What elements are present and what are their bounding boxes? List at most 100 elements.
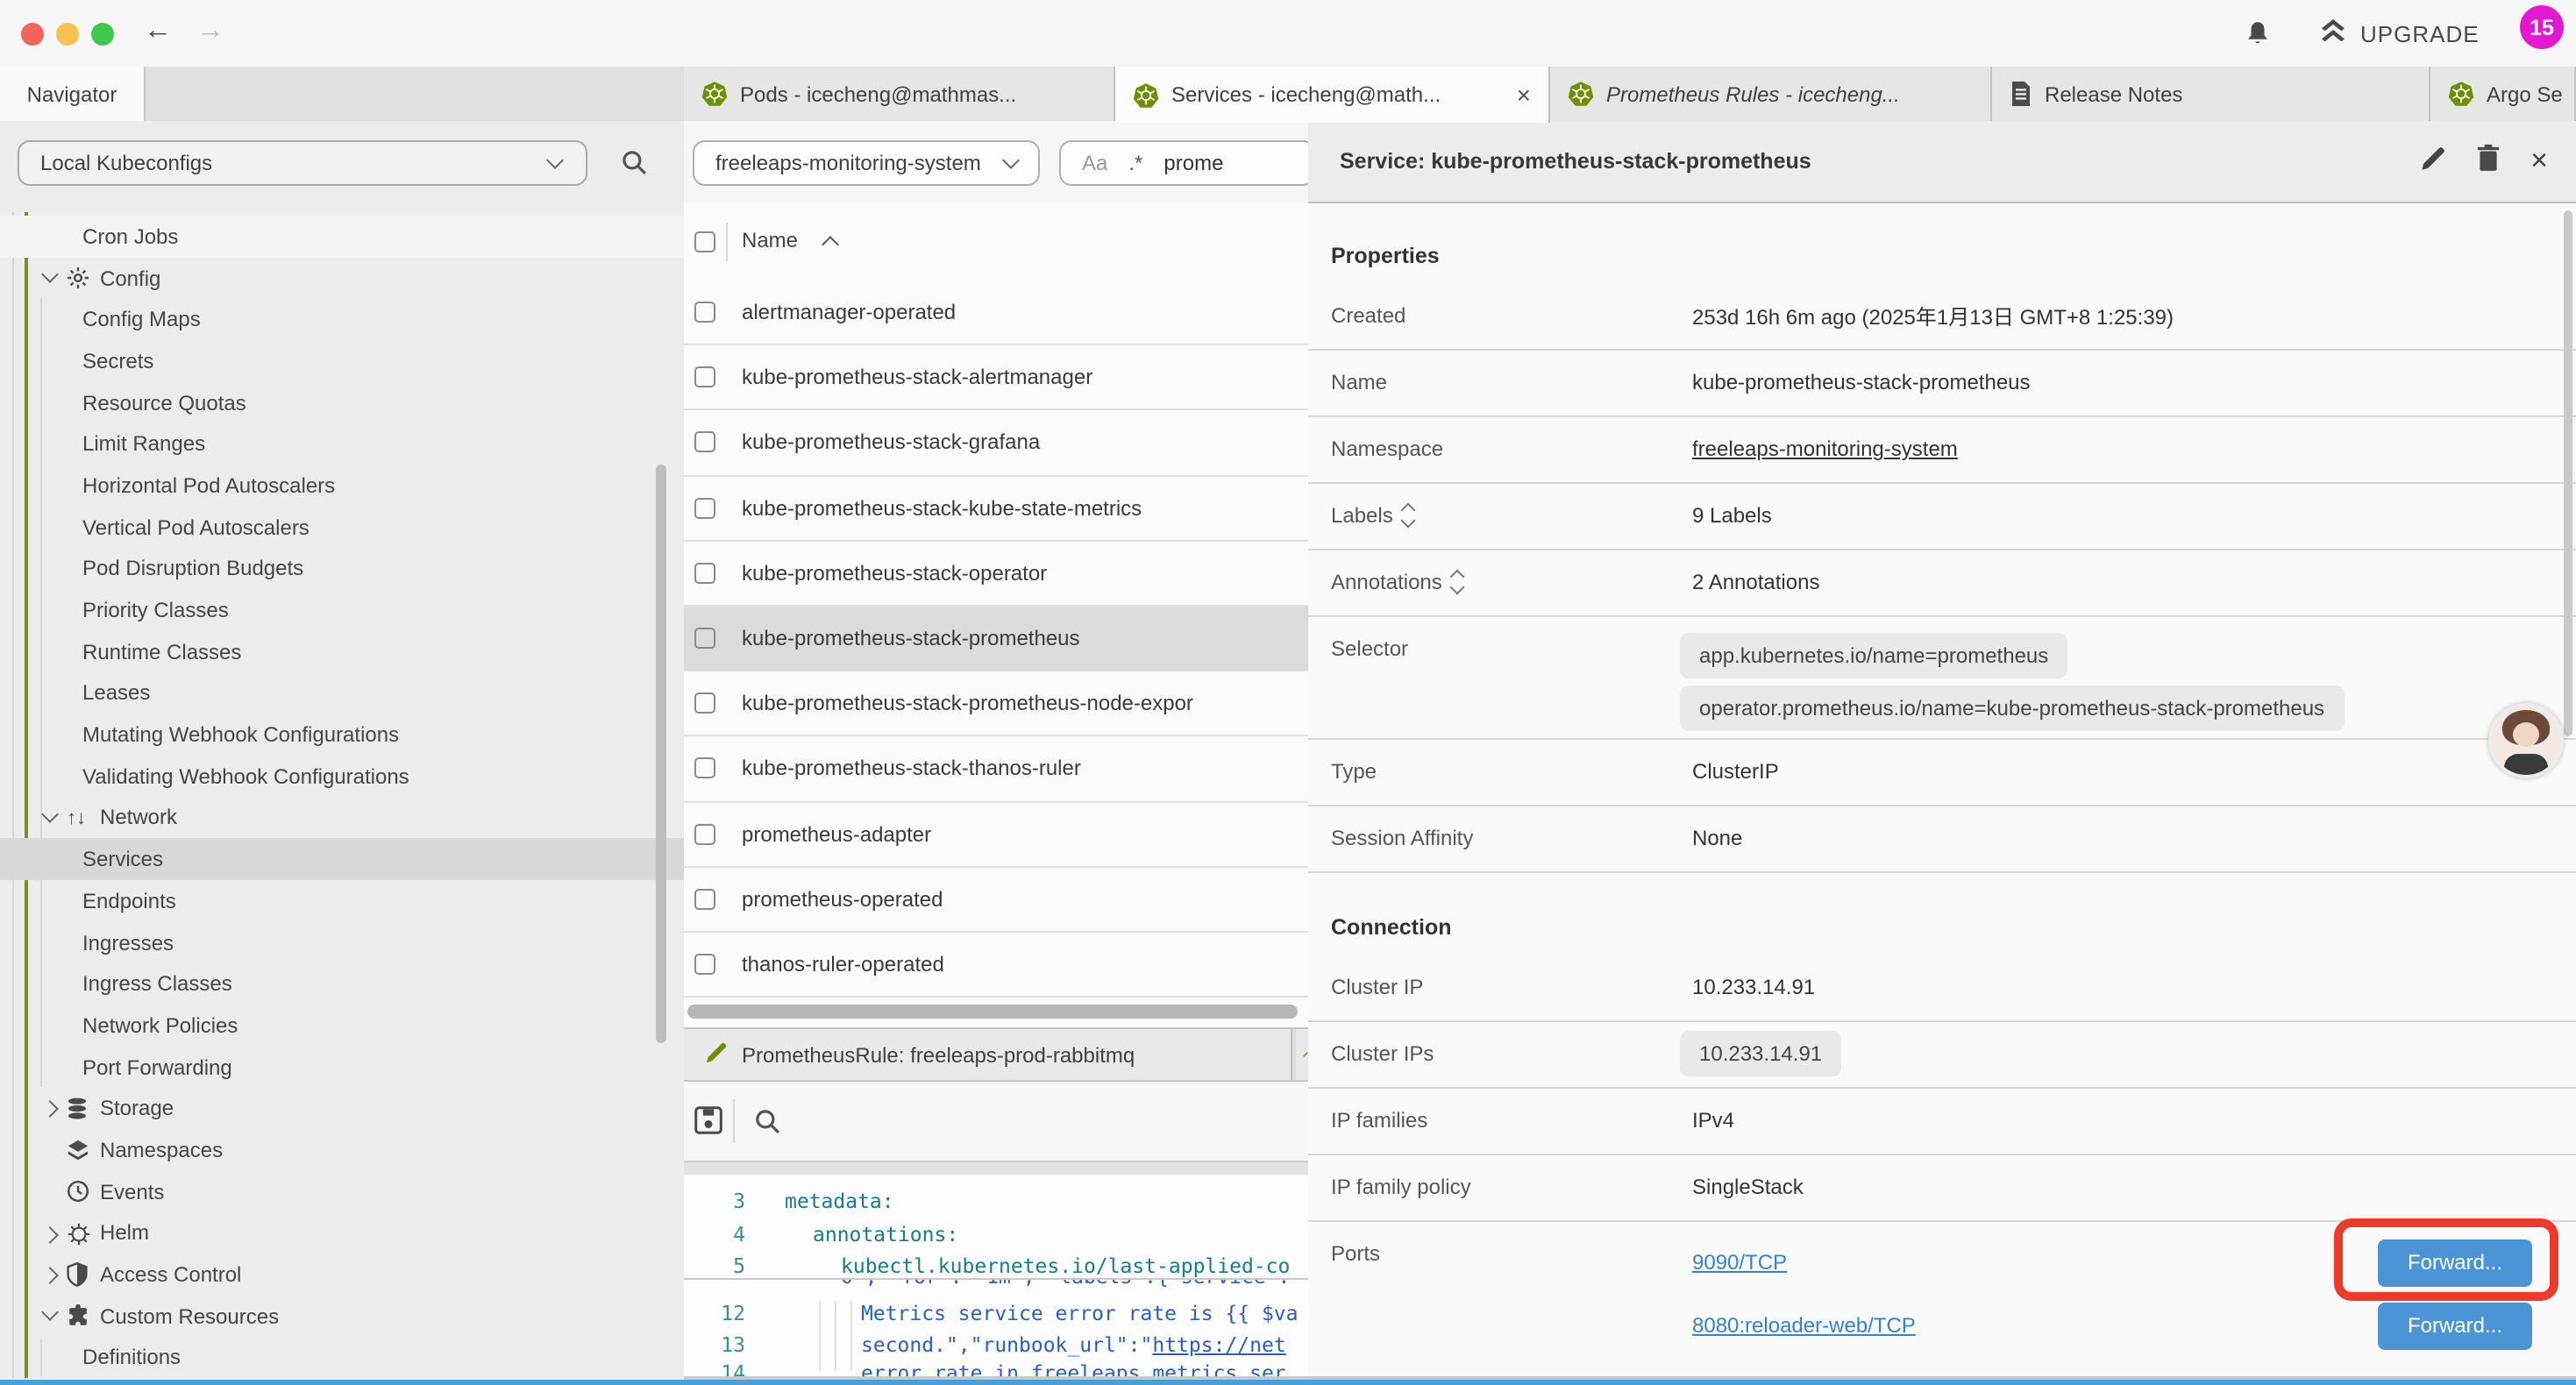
match-case-toggle[interactable]: Aa	[1082, 151, 1107, 175]
sidebar-item-endpoints[interactable]: Endpoints	[0, 880, 684, 921]
table-horizontal-scrollbar[interactable]	[687, 1005, 1298, 1019]
row-checkbox[interactable]	[694, 823, 715, 844]
document-icon	[2010, 81, 2032, 107]
sidebar-item-validating-webhook-configurations[interactable]: Validating Webhook Configurations	[0, 756, 684, 797]
forward-button[interactable]: Forward...	[2378, 1302, 2532, 1349]
delete-resource-icon[interactable]	[2476, 145, 2501, 178]
property-label: Name	[1331, 370, 1387, 394]
detail-scrollbar-thumb[interactable]	[2564, 210, 2572, 736]
sidebar-item-custom-resources[interactable]: Custom Resources	[0, 1296, 684, 1337]
tab-services[interactable]: Services - icecheng@math...×	[1115, 67, 1550, 123]
code-link[interactable]: https://net	[1152, 1332, 1285, 1356]
sidebar-item-resource-quotas[interactable]: Resource Quotas	[0, 382, 684, 423]
regex-toggle[interactable]: .*	[1128, 151, 1142, 175]
maximize-window-button[interactable]	[91, 22, 114, 45]
sidebar-item-horizontal-pod-autoscalers[interactable]: Horizontal Pod Autoscalers	[0, 465, 684, 506]
sidebar-item-config[interactable]: Config	[0, 257, 684, 298]
row-checkbox[interactable]	[694, 302, 715, 323]
sidebar-item-mutating-webhook-configurations[interactable]: Mutating Webhook Configurations	[0, 714, 684, 756]
tab-navigator[interactable]: Navigator	[0, 67, 146, 121]
row-checkbox[interactable]	[694, 758, 715, 779]
notification-count-badge[interactable]: 15	[2520, 5, 2564, 49]
kubeconfig-select[interactable]: Local Kubeconfigs	[18, 140, 587, 186]
table-row[interactable]: kube-prometheus-stack-prometheus	[684, 607, 1308, 671]
namespace-link[interactable]: freeleaps-monitoring-system	[1692, 416, 1958, 481]
table-row[interactable]: kube-prometheus-stack-grafana	[684, 411, 1308, 476]
sidebar-item-network[interactable]: ↑↓Network	[0, 797, 684, 838]
row-checkbox[interactable]	[694, 954, 715, 975]
sort-ascending-icon	[822, 235, 839, 252]
sidebar-item-cron-jobs[interactable]: Cron Jobs	[0, 216, 684, 257]
sidebar-item-label: Priority Classes	[0, 598, 229, 622]
row-checkbox[interactable]	[694, 432, 715, 453]
sidebar-item-namespaces[interactable]: Namespaces	[0, 1129, 684, 1170]
table-row[interactable]: alertmanager-operated	[684, 281, 1308, 345]
edit-resource-icon[interactable]	[2420, 146, 2446, 177]
minimize-window-button[interactable]	[56, 22, 79, 45]
port-link[interactable]: 8080:reloader-web/TCP	[1692, 1300, 1916, 1349]
tab-prometheus[interactable]: Prometheus Rules - icecheng...	[1550, 67, 1992, 121]
editor-tab-prometheusrule[interactable]: PrometheusRule: freeleaps-prod-rabbitmq	[684, 1029, 1292, 1080]
upgrade-button[interactable]: UPGRADE	[2318, 18, 2480, 51]
editor-search-icon[interactable]	[754, 1108, 780, 1140]
row-checkbox[interactable]	[694, 628, 715, 649]
sidebar-item-access-control[interactable]: Access Control	[0, 1254, 684, 1295]
sidebar-search-icon[interactable]	[621, 149, 647, 181]
sidebar-item-runtime-classes[interactable]: Runtime Classes	[0, 631, 684, 672]
forward-button[interactable]: →	[196, 14, 224, 49]
table-row[interactable]: prometheus-adapter	[684, 802, 1308, 867]
filter-search-input[interactable]: Aa .* prome	[1059, 140, 1310, 186]
yaml-editor[interactable]: 3metadata:4annotations:5kubectl.kubernet…	[684, 1175, 1308, 1385]
sidebar-item-port-forwarding[interactable]: Port Forwarding	[0, 1047, 684, 1088]
table-row[interactable]: thanos-ruler-operated	[684, 933, 1308, 998]
namespace-select[interactable]: freeleaps-monitoring-system	[693, 140, 1040, 186]
sidebar-item-config-maps[interactable]: Config Maps	[0, 299, 684, 340]
table-row[interactable]: kube-prometheus-stack-prometheus-node-ex…	[684, 671, 1308, 736]
back-button[interactable]: ←	[144, 14, 172, 49]
tab-release[interactable]: Release Notes	[1992, 67, 2430, 121]
row-checkbox[interactable]	[694, 889, 715, 910]
row-checkbox[interactable]	[694, 497, 715, 518]
save-icon[interactable]	[694, 1106, 722, 1140]
tab-argo[interactable]: Argo Se	[2430, 67, 2576, 121]
sidebar-item-helm[interactable]: Helm	[0, 1212, 684, 1254]
editor-tab-partial[interactable]	[1296, 1029, 1308, 1080]
select-all-checkbox[interactable]	[694, 231, 715, 252]
name-column-header[interactable]: Name	[742, 227, 798, 252]
kubernetes-icon	[2448, 81, 2474, 107]
table-row[interactable]: kube-prometheus-stack-alertmanager	[684, 345, 1308, 410]
row-checkbox[interactable]	[694, 367, 715, 388]
sidebar-item-pod-disruption-budgets[interactable]: Pod Disruption Budgets	[0, 548, 684, 589]
table-row[interactable]: prometheus-operated	[684, 867, 1308, 932]
row-checkbox[interactable]	[694, 692, 715, 714]
sidebar-item-vertical-pod-autoscalers[interactable]: Vertical Pod Autoscalers	[0, 507, 684, 548]
property-label: IP family policy	[1331, 1175, 1471, 1199]
sidebar-item-ingresses[interactable]: Ingresses	[0, 921, 684, 962]
sidebar-scrollbar-thumb[interactable]	[656, 465, 666, 1043]
notifications-bell-icon[interactable]	[2245, 19, 2271, 53]
sidebar-item-leases[interactable]: Leases	[0, 672, 684, 714]
sidebar-item-ingress-classes[interactable]: Ingress Classes	[0, 963, 684, 1005]
close-window-button[interactable]	[21, 22, 44, 45]
sidebar-item-definitions[interactable]: Definitions	[0, 1337, 684, 1378]
sidebar-item-secrets[interactable]: Secrets	[0, 340, 684, 381]
table-row[interactable]: kube-prometheus-stack-thanos-ruler	[684, 737, 1308, 802]
expander-icon[interactable]	[1404, 505, 1414, 526]
tab-close-icon[interactable]: ×	[1506, 81, 1531, 109]
sidebar-item-events[interactable]: Events	[0, 1171, 684, 1212]
sidebar-item-priority-classes[interactable]: Priority Classes	[0, 589, 684, 630]
sidebar-item-storage[interactable]: Storage	[0, 1088, 684, 1129]
sidebar-item-services[interactable]: Services	[0, 839, 684, 880]
avatar[interactable]	[2488, 703, 2564, 778]
sidebar-item-limit-ranges[interactable]: Limit Ranges	[0, 423, 684, 465]
row-checkbox[interactable]	[694, 563, 715, 584]
sidebar-item-network-policies[interactable]: Network Policies	[0, 1005, 684, 1046]
tab-pods[interactable]: Pods - icecheng@mathmas...	[684, 67, 1115, 121]
table-row[interactable]: kube-prometheus-stack-operator	[684, 542, 1308, 607]
table-row[interactable]: kube-prometheus-stack-kube-state-metrics	[684, 476, 1308, 541]
port-link[interactable]: 9090/TCP	[1692, 1237, 1787, 1286]
tab-label: Pods - icecheng@mathmas...	[740, 82, 1016, 106]
service-name: kube-prometheus-stack-prometheus	[742, 626, 1080, 650]
close-panel-icon[interactable]: ×	[2530, 148, 2548, 174]
expander-icon[interactable]	[1453, 572, 1463, 593]
